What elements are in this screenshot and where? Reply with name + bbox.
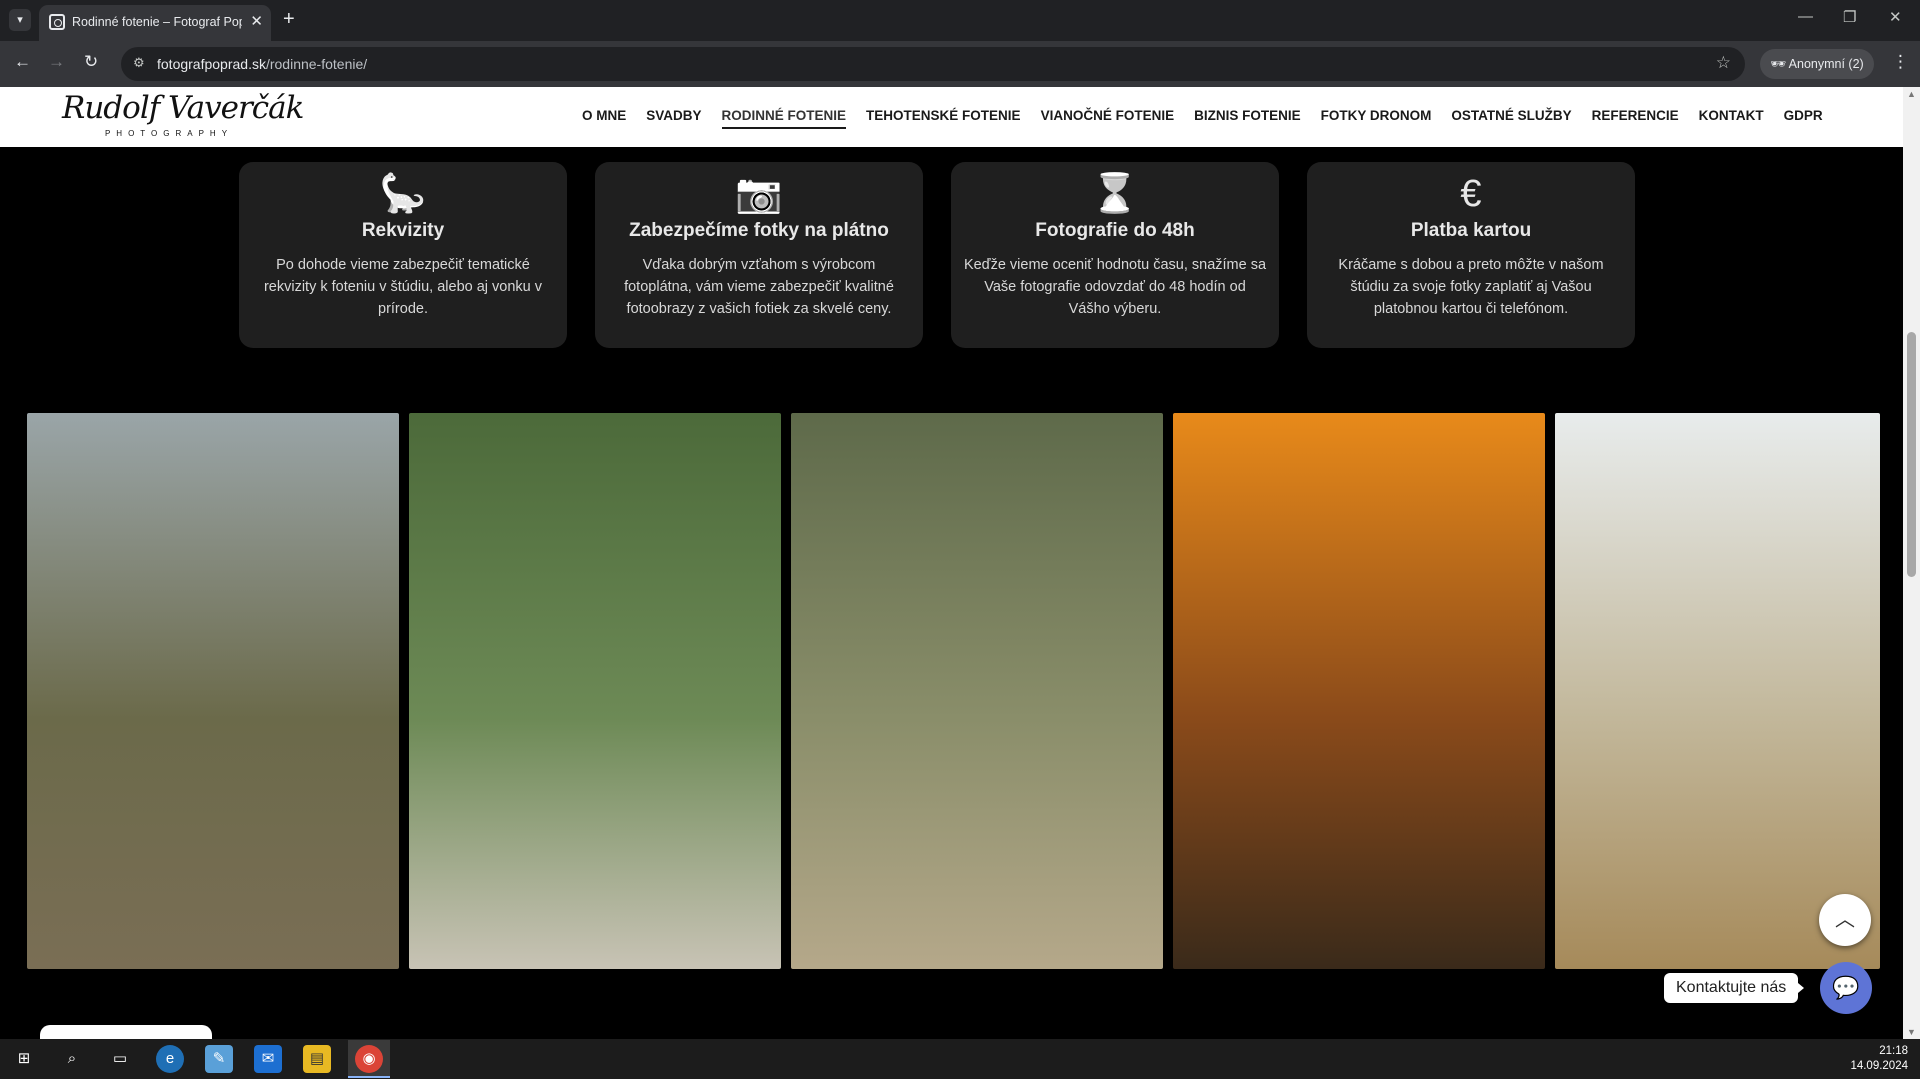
arrow-right-icon[interactable]: → [48, 52, 65, 72]
profile-label: Anonymní (2) [1788, 57, 1864, 71]
nav-item-1[interactable]: O MNE [582, 108, 626, 129]
edge-browser-icon[interactable]: e [156, 1045, 184, 1073]
nav-item-10[interactable]: KONTAKT [1699, 108, 1764, 129]
logo-subtitle: PHOTOGRAPHY [104, 129, 234, 138]
scroll-up-arrow-icon[interactable]: ▲ [1907, 89, 1916, 99]
feature-title: Platba kartou [1410, 220, 1532, 241]
nav-item-8[interactable]: OSTATNÉ SLUŽBY [1451, 108, 1571, 129]
camera-favicon-icon [49, 14, 65, 30]
main-navigation: O MNE SVADBY RODINNÉ FOTENIE TEHOTENSKÉ FOT… [582, 108, 1823, 129]
page-viewport: Rudolf Vaverčák PHOTOGRAPHY O MNE SVADBY R… [0, 87, 1903, 1039]
scroll-to-top-button[interactable]: ︿ [1819, 894, 1871, 946]
chevron-up-icon: ︿ [1835, 909, 1855, 931]
page-scrollbar[interactable]: ▲ ▼ [1903, 87, 1920, 1039]
arrow-left-icon[interactable]: ← [14, 52, 31, 72]
reload-icon[interactable]: ↻ [84, 52, 98, 72]
logo-signature: Rudolf Vaverčák [62, 90, 304, 126]
feature-text: Keďže vieme oceniť hodnotu času, snažíme… [963, 257, 1267, 317]
feature-title: Fotografie do 48h [1035, 220, 1195, 241]
url-text[interactable]: fotografpoprad.sk/rodinne-fotenie/ [157, 56, 367, 72]
tune-icon[interactable]: ⚙ [133, 55, 145, 71]
nav-item-2[interactable]: SVADBY [646, 108, 701, 129]
feature-text: Po dohode vieme zabezpečiť tematické rek… [263, 257, 543, 317]
minimize-icon[interactable]: — [1798, 8, 1813, 25]
gallery-photo[interactable] [1173, 413, 1545, 969]
chrome-browser-icon[interactable]: ◉ [355, 1045, 383, 1073]
url-path: /rodinne-fotenie/ [265, 56, 368, 72]
kebab-icon[interactable]: ⋮ [1892, 52, 1909, 72]
tab-title: Rodinné fotenie – Fotograf Poprad [72, 15, 242, 29]
camera-icon: 📷 [735, 173, 783, 215]
scroll-down-arrow-icon[interactable]: ▼ [1907, 1027, 1916, 1037]
clock-time: 21:18 [1879, 1045, 1908, 1057]
task-view-icon[interactable]: ▭ [106, 1045, 134, 1073]
incognito-icon: 🕶 [1770, 57, 1786, 71]
feature-card: 🦕 Rekvizity Po dohode vieme zabezpečiť tem… [239, 162, 567, 348]
hourglass-icon: ⌛ [1091, 173, 1139, 215]
contact-label[interactable]: Kontaktujte nás [1664, 973, 1805, 1003]
window-close-icon[interactable]: ✕ [1889, 8, 1902, 26]
url-domain: fotografpoprad.sk [157, 56, 266, 72]
search-icon[interactable]: ⌕ [58, 1045, 86, 1073]
feature-text: Vďaka dobrým vzťahom s výrobcom fotoplát… [624, 257, 894, 317]
contact-chat-button[interactable]: 💬 [1820, 962, 1872, 1014]
dinosaur-toy-icon: 🦕 [379, 173, 427, 215]
feature-card: ⌛ Fotografie do 48h Keďže vieme oceniť hod… [951, 162, 1279, 348]
windows-taskbar: ⊞ ⌕ ▭ e ✎ ✉ ▤ ◉ 21:18 14.09.2024 [0, 1039, 1920, 1079]
file-explorer-icon[interactable]: ▤ [303, 1045, 331, 1073]
tab-bar: ▾ Rodinné fotenie – Fotograf Poprad ✕ + … [0, 0, 1920, 41]
feature-card: 📷 Zabezpečíme fotky na plátno Vďaka dobrým… [595, 162, 923, 348]
chat-bubble-icon: 💬 [1832, 975, 1860, 1000]
close-icon[interactable]: ✕ [250, 12, 263, 30]
mail-icon[interactable]: ✉ [254, 1045, 282, 1073]
browser-toolbar: ← → ↻ ⚙ fotografpoprad.sk/rodinne-foteni… [0, 41, 1920, 87]
star-icon[interactable]: ☆ [1716, 53, 1731, 73]
browser-tab[interactable]: Rodinné fotenie – Fotograf Poprad ✕ [39, 5, 271, 41]
feature-text: Kráčame s dobou a preto môžte v našom št… [1338, 257, 1604, 317]
site-logo[interactable]: Rudolf Vaverčák PHOTOGRAPHY [62, 90, 304, 144]
scrollbar-thumb[interactable] [1907, 332, 1916, 577]
feature-title: Zabezpečíme fotky na plátno [629, 220, 889, 241]
clock-date: 14.09.2024 [1850, 1060, 1908, 1072]
gallery-photo[interactable] [27, 413, 399, 969]
notepad-icon[interactable]: ✎ [205, 1045, 233, 1073]
feature-card: € Platba kartou Kráčame s dobou a preto mô… [1307, 162, 1635, 348]
nav-item-5[interactable]: VIANOČNÉ FOTENIE [1041, 108, 1175, 129]
nav-item-7[interactable]: FOTKY DRONOM [1321, 108, 1432, 129]
bottom-left-tab[interactable] [40, 1025, 212, 1039]
incognito-profile-button[interactable]: 🕶 Anonymní (2) [1760, 49, 1874, 79]
nav-item-9[interactable]: REFERENCIE [1592, 108, 1679, 129]
gallery-photo[interactable] [1555, 413, 1880, 969]
gallery-photo[interactable] [791, 413, 1163, 969]
feature-title: Rekvizity [361, 220, 445, 241]
nav-item-6[interactable]: BIZNIS FOTENIE [1194, 108, 1301, 129]
windows-start-icon[interactable]: ⊞ [10, 1045, 38, 1073]
gallery-photo[interactable] [409, 413, 781, 969]
chevron-down-icon[interactable]: ▾ [9, 9, 31, 31]
new-tab-icon[interactable]: + [283, 8, 295, 31]
nav-item-3[interactable]: RODINNÉ FOTENIE [721, 108, 847, 129]
feature-cards: 🦕 Rekvizity Po dohode vieme zabezpečiť tem… [239, 162, 1663, 348]
system-clock[interactable]: 21:18 14.09.2024 [1850, 1044, 1908, 1074]
address-bar[interactable]: ⚙ fotografpoprad.sk/rodinne-fotenie/ ☆ [121, 47, 1745, 81]
nav-item-4[interactable]: TEHOTENSKÉ FOTENIE [866, 108, 1021, 129]
euro-icon: € [1460, 173, 1482, 215]
nav-item-11[interactable]: GDPR [1784, 108, 1823, 129]
site-header: Rudolf Vaverčák PHOTOGRAPHY O MNE SVADBY R… [0, 87, 1903, 147]
restore-icon[interactable]: ❐ [1843, 8, 1856, 26]
